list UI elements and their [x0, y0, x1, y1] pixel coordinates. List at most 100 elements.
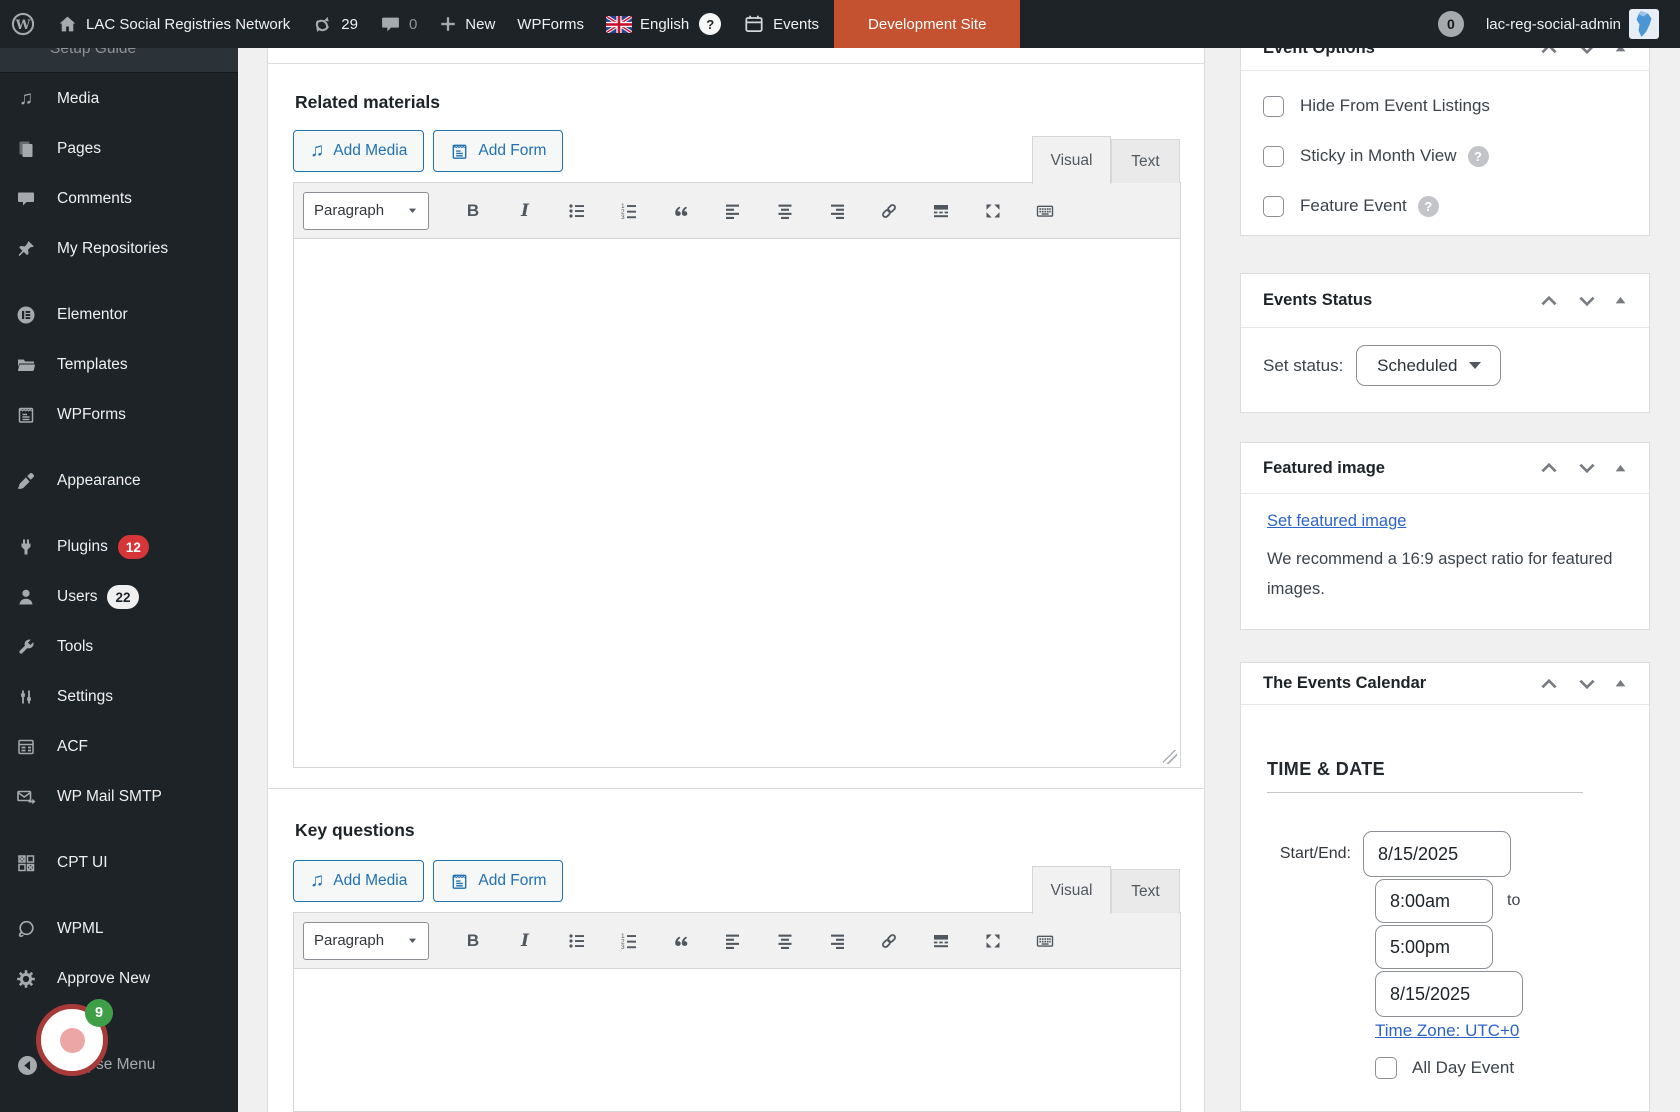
numbered-list-button[interactable]: 123: [607, 192, 651, 230]
align-left-button[interactable]: [711, 922, 755, 960]
sidebar-item-acf[interactable]: ACF: [0, 722, 238, 772]
add-media-button[interactable]: ♫ Add Media: [293, 130, 424, 172]
add-media-button[interactable]: ♫ Add Media: [293, 860, 424, 902]
italic-button[interactable]: I: [503, 922, 547, 960]
admin-bar-right: 0 lac-reg-social-admin: [1427, 0, 1680, 48]
comments-menu[interactable]: 0: [369, 0, 428, 48]
link-button[interactable]: [867, 922, 911, 960]
unread-count-badge: 9: [85, 999, 113, 1027]
sidebar-item-wp-mail-smtp[interactable]: WP Mail SMTP: [0, 772, 238, 822]
read-more-button[interactable]: [919, 192, 963, 230]
add-form-button[interactable]: Add Form: [433, 130, 563, 172]
visual-tab[interactable]: Visual: [1032, 866, 1111, 914]
wpforms-menu[interactable]: WPForms: [506, 0, 595, 48]
collapse-toggle-icon[interactable]: [1614, 294, 1627, 307]
timezone-link[interactable]: Time Zone: UTC+0: [1375, 1021, 1519, 1041]
sidebar-item-templates[interactable]: Templates: [0, 340, 238, 390]
move-up-icon[interactable]: [1538, 673, 1560, 695]
align-right-button[interactable]: [815, 192, 859, 230]
move-up-icon[interactable]: [1538, 290, 1560, 312]
collapse-toggle-icon[interactable]: [1614, 677, 1627, 690]
align-center-button[interactable]: [763, 922, 807, 960]
language-menu[interactable]: English ?: [595, 0, 732, 48]
bold-button[interactable]: B: [451, 922, 495, 960]
notification-count-badge: 0: [1438, 11, 1464, 37]
blockquote-button[interactable]: [659, 192, 703, 230]
new-content-menu[interactable]: New: [428, 0, 506, 48]
sidebar-item-tools[interactable]: Tools: [0, 622, 238, 672]
all-day-checkbox[interactable]: [1375, 1057, 1397, 1079]
paragraph-format-select[interactable]: Paragraph: [303, 922, 429, 960]
sidebar-item-users[interactable]: Users22: [0, 572, 238, 622]
wp-logo-menu[interactable]: W: [0, 0, 46, 48]
blockquote-button[interactable]: [659, 922, 703, 960]
panel-body: TIME & DATE Start/End: to: [1241, 759, 1649, 1079]
language-label: English: [640, 16, 689, 33]
collapse-menu-button[interactable]: Collapse Menu: [0, 1042, 238, 1088]
feature-event-checkbox[interactable]: [1263, 196, 1284, 217]
language-help-icon[interactable]: ?: [699, 13, 721, 35]
sidebar-item-settings[interactable]: Settings: [0, 672, 238, 722]
move-down-icon[interactable]: [1576, 457, 1598, 479]
status-dropdown[interactable]: Scheduled: [1356, 345, 1501, 386]
keyboard-shortcuts-button[interactable]: [1023, 922, 1067, 960]
italic-button[interactable]: I: [503, 192, 547, 230]
sidebar-item-media[interactable]: ♫Media: [0, 74, 238, 124]
align-center-button[interactable]: [763, 192, 807, 230]
sidebar-item-wpml[interactable]: WPML: [0, 904, 238, 954]
help-icon[interactable]: ?: [1418, 196, 1439, 217]
visual-tab[interactable]: Visual: [1032, 136, 1111, 184]
sidebar-item-pages[interactable]: Pages: [0, 124, 238, 174]
events-menu[interactable]: Events: [732, 0, 830, 48]
end-date-input[interactable]: [1375, 971, 1523, 1017]
move-down-icon[interactable]: [1576, 290, 1598, 312]
sidebar-item-approve-new[interactable]: Approve New: [0, 954, 238, 1004]
move-down-icon[interactable]: [1576, 673, 1598, 695]
paragraph-format-select[interactable]: Paragraph: [303, 192, 429, 230]
support-avatar-bubble[interactable]: 9: [36, 1004, 108, 1076]
read-more-button[interactable]: [919, 922, 963, 960]
fullscreen-button[interactable]: [971, 192, 1015, 230]
add-form-button[interactable]: Add Form: [433, 860, 563, 902]
updates-menu[interactable]: 29: [301, 0, 369, 48]
sliders-icon: [15, 687, 37, 707]
align-left-button[interactable]: [711, 192, 755, 230]
start-date-input[interactable]: [1363, 831, 1511, 877]
text-tab[interactable]: Text: [1111, 139, 1180, 183]
collapse-toggle-icon[interactable]: [1614, 462, 1627, 475]
end-time-input[interactable]: [1375, 925, 1493, 969]
text-tab[interactable]: Text: [1111, 869, 1180, 913]
sidebar-item-wpforms[interactable]: WPForms: [0, 390, 238, 440]
bulleted-list-button[interactable]: [555, 922, 599, 960]
fullscreen-button[interactable]: [971, 922, 1015, 960]
sidebar-item-cpt-ui[interactable]: CPT UI: [0, 838, 238, 888]
hide-from-event-listings-checkbox[interactable]: [1263, 96, 1284, 117]
editor-content-area[interactable]: [294, 969, 1180, 1111]
bulleted-list-button[interactable]: [555, 192, 599, 230]
move-up-icon[interactable]: [1538, 457, 1560, 479]
sidebar-item-elementor[interactable]: Elementor: [0, 290, 238, 340]
sidebar-item-plugins[interactable]: Plugins12: [0, 522, 238, 572]
start-time-input[interactable]: [1375, 879, 1493, 923]
panel-title: The Events Calendar: [1263, 674, 1538, 693]
align-right-button[interactable]: [815, 922, 859, 960]
checkbox-label: Hide From Event Listings: [1300, 96, 1490, 116]
sticky-in-month-view-checkbox[interactable]: [1263, 146, 1284, 167]
resize-grip[interactable]: [1163, 750, 1177, 764]
editor-content-area[interactable]: [294, 239, 1180, 767]
sidebar-menu: ♫MediaPagesCommentsMy Repositories Elemen…: [0, 74, 238, 1004]
start-end-label: Start/End:: [1267, 845, 1363, 863]
notifications-menu[interactable]: 0: [1427, 0, 1475, 48]
keyboard-shortcuts-button[interactable]: [1023, 192, 1067, 230]
sidebar-item-my-repositories[interactable]: My Repositories: [0, 224, 238, 274]
sidebar-item-appearance[interactable]: Appearance: [0, 456, 238, 506]
sidebar-item-setup-guide[interactable]: Setup Guide: [0, 48, 238, 73]
link-button[interactable]: [867, 192, 911, 230]
user-account-menu[interactable]: lac-reg-social-admin: [1475, 0, 1670, 48]
numbered-list-button[interactable]: 123: [607, 922, 651, 960]
site-name-menu[interactable]: LAC Social Registries Network: [46, 0, 301, 48]
set-featured-image-link[interactable]: Set featured image: [1267, 512, 1406, 530]
sidebar-item-comments[interactable]: Comments: [0, 174, 238, 224]
help-icon[interactable]: ?: [1468, 146, 1489, 167]
bold-button[interactable]: B: [451, 192, 495, 230]
